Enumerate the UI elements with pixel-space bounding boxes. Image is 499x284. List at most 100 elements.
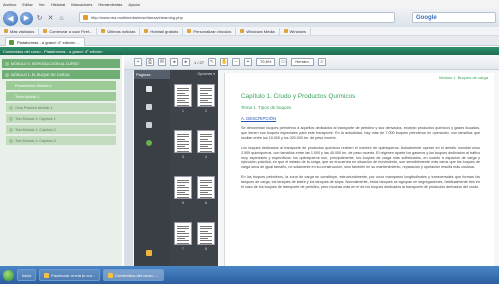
zoom-dropdown[interactable]: 70,6% [256,58,276,66]
zoom-in-icon[interactable]: + [244,58,253,66]
page-indicator[interactable]: 1 / 27 [194,60,204,65]
taskbar-button-facebook[interactable]: Facebook: envía tu cur... [39,269,101,281]
page-thumbnail[interactable] [197,130,215,153]
menu-marcadores[interactable]: Marcadores [71,2,92,7]
start-label-button[interactable]: Inicio [17,269,37,281]
thumbnail-text-line [177,240,189,242]
next-page-icon[interactable]: ▸ [182,58,190,66]
save-icon[interactable]: ▪ [134,58,142,66]
nav-item-test-3[interactable]: Test Módulo 1: Capítulo 3 [6,136,116,145]
thumbnail-text-line [177,143,189,145]
nav-item-test-1[interactable]: Test Módulo 1: Capítulo 1 [6,114,116,123]
nav-item-texto[interactable]: Texto Módulo 1 [6,92,116,101]
thumbnail-text-line [177,226,189,227]
zoom-out-icon[interactable]: − [232,58,241,66]
paragraph-1: Se denominan buques petroleros a aquello… [241,126,480,140]
bookmark-icon [101,29,106,33]
search-icon[interactable]: ⌕ [317,58,326,66]
bookmark-item[interactable]: Windows Media [238,27,280,35]
thumbnail-text-line [200,141,212,143]
options-menu[interactable]: Opciones ▾ [197,72,215,76]
page-thumbnail[interactable] [174,84,192,107]
bookmark-panel-icon[interactable] [146,104,152,110]
thumbnail-text-line [200,138,208,140]
thumbnail-text-line [177,230,185,232]
tools-dropdown[interactable]: Herram. [291,58,314,66]
thumbnail-page-number: 1 [182,109,184,113]
bookmark-icon [43,29,48,33]
thumbnail-text-line [200,92,208,94]
thumbnail-text-line [177,148,189,150]
thumbnail-text-line [200,228,212,230]
bookmark-item[interactable]: Más visitados [2,27,40,35]
taskbar: Inicio Facebook: envía tu cur... Conteni… [0,266,499,284]
address-bar[interactable]: http://www.rea.multimedia/enseñanza/elea… [79,12,395,23]
menu-ver[interactable]: Ver [39,2,45,7]
thumbnail-text-line [177,146,185,147]
bookmark-item[interactable]: Últimas noticias [99,27,141,35]
select-tool-icon[interactable]: ↖ [208,58,217,66]
bookmark-item[interactable]: Windows [282,27,311,35]
thumbnail-text-line [177,189,189,191]
thumbnail-text-line [177,134,189,135]
page-thumbnail[interactable] [174,176,192,199]
thumbnail-text-line [177,97,189,99]
page-thumbnail[interactable] [174,130,192,153]
bookmark-item[interactable]: Personalizar vínculos [185,27,237,35]
email-icon[interactable]: ✉ [158,58,166,66]
system-tray [469,269,499,281]
fit-page-icon[interactable]: ▭ [279,58,288,66]
page-icon[interactable] [146,86,152,92]
site-favicon-icon [83,15,88,20]
menu-ayuda[interactable]: Ayuda [128,2,139,7]
paragraph-2: Los buques dedicados al transporte de pr… [241,145,480,170]
thumbnail-panel: Opciones ▾ 1 2 3 4 5 6 7 8 [170,70,218,266]
thumbnail-page-number: 3 [182,155,184,159]
bookmark-item[interactable]: Hotmail gratuito [142,27,184,35]
comment-icon[interactable] [146,250,152,256]
page-thumbnail[interactable] [197,84,215,107]
print-icon[interactable]: ⎙ [146,58,154,66]
thumbnail-text-line [200,148,212,150]
menu-historial[interactable]: Historial [51,2,65,7]
home-icon[interactable]: ⌂ [57,14,66,23]
page-thumbnail[interactable] [197,176,215,199]
course-header-title: Contenidos del curso - Plataformas - a g… [3,48,103,54]
reload-icon[interactable]: ↻ [35,14,44,23]
menu-archivo[interactable]: Archivo [3,2,16,7]
forward-button[interactable]: ▶ [20,11,33,25]
thumbnail-text-line [200,196,212,198]
thumbnail-text-line [177,138,185,140]
nav-item-presentacion[interactable]: Presentación Módulo 1 [6,81,116,90]
paragraph-3: En los buques petroleros, la zona de car… [241,175,480,190]
nav-item-modulo-1[interactable]: MÓDULO 1. EL BUQUE DE CARGA [2,70,120,79]
bookmark-icon [187,29,192,33]
stop-icon[interactable]: ✕ [46,14,55,23]
thumbnail-text-line [200,192,208,193]
thumbnail-page-number: 5 [182,201,184,205]
document-title: Capítulo 1. Crudo y Productos Químicos [241,93,356,100]
prev-page-icon[interactable]: ◂ [170,58,178,66]
hand-tool-icon[interactable]: ✋ [220,58,229,66]
taskbar-button-contenidos[interactable]: Contenidos del curso -... [103,269,164,281]
thumbnail-text-line [177,238,185,239]
menu-herramientas[interactable]: Herramientas [98,2,122,7]
url-text: http://www.rea.multimedia/enseñanza/elea… [91,15,183,20]
page-thumbnail[interactable] [174,222,192,245]
nav-item-modulo-0[interactable]: MÓDULO 0. INTRODUCCIÓN AL CURSO [2,59,120,68]
search-box[interactable]: Google [412,12,496,23]
browser-tab[interactable]: Plataformas - a grand: 4° edición ... [5,37,85,46]
course-header: Contenidos del curso - Plataformas - a g… [0,47,499,55]
signature-icon[interactable] [146,140,152,146]
thumbnail-text-line [177,95,189,97]
nav-item-guia[interactable]: Guía Práctica Módulo 1 [6,103,116,112]
nav-item-test-2[interactable]: Test Módulo 1: Capítulo 2 [6,125,116,134]
attachment-icon[interactable] [146,122,152,128]
page-thumbnail[interactable] [197,222,215,245]
tab-bar: Plataformas - a grand: 4° edición ... [0,36,499,46]
bookmark-item[interactable]: Comenzar a usar Firef... [41,27,98,35]
start-button[interactable] [3,269,14,281]
thumbnail-text-line [200,238,208,239]
back-button[interactable]: ◀ [3,10,18,26]
menu-editar[interactable]: Editar [22,2,32,7]
